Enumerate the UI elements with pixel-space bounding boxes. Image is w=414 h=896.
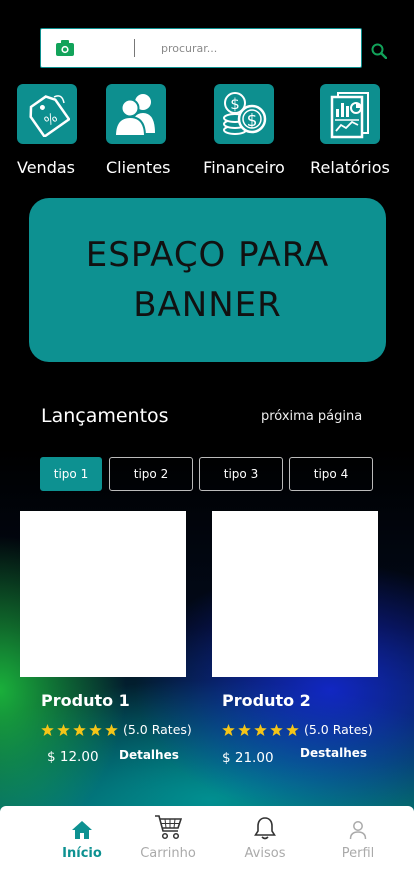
rating-text: (5.0 Rates) xyxy=(304,722,373,737)
nav-label: Carrinho xyxy=(140,846,196,861)
sales-tag-icon: % xyxy=(17,84,77,144)
nav-label: Início xyxy=(62,846,102,861)
product-price: $ 12.00 xyxy=(47,749,99,765)
user-icon xyxy=(338,814,378,840)
report-icon xyxy=(320,84,380,144)
product-card[interactable]: Produto 2 (5.0 Rates) $ 21.00 Destalhes xyxy=(212,511,378,766)
home-icon xyxy=(62,814,102,840)
star-icon xyxy=(286,724,299,736)
star-icon xyxy=(73,724,86,736)
star-icon xyxy=(89,724,102,736)
tab-tipo-4[interactable]: tipo 4 xyxy=(289,457,373,491)
product-card[interactable]: Produto 1 (5.0 Rates) $ 12.00 Detalhes xyxy=(20,511,192,765)
product-name: Produto 1 xyxy=(41,691,130,710)
tab-tipo-3[interactable]: tipo 3 xyxy=(199,457,283,491)
svg-text:$: $ xyxy=(247,111,258,131)
tab-tipo-2[interactable]: tipo 2 xyxy=(109,457,193,491)
nav-avisos[interactable]: Avisos xyxy=(240,814,290,861)
star-icon xyxy=(105,724,118,736)
category-label: Relatórios xyxy=(310,158,390,177)
details-link[interactable]: Detalhes xyxy=(119,748,179,762)
section-title: Lançamentos xyxy=(41,405,169,427)
rating-stars xyxy=(41,724,118,736)
nav-carrinho[interactable]: Carrinho xyxy=(138,814,198,861)
category-relatorios[interactable]: Relatórios xyxy=(310,84,390,177)
category-label: Financeiro xyxy=(203,158,285,177)
nav-label: Perfil xyxy=(341,846,375,861)
category-financeiro[interactable]: $ $ Financeiro xyxy=(203,84,285,177)
nav-perfil[interactable]: Perfil xyxy=(338,814,378,861)
star-icon xyxy=(254,724,267,736)
product-name: Produto 2 xyxy=(222,691,311,710)
search-divider xyxy=(134,39,135,57)
rating-stars xyxy=(222,724,299,736)
search-input[interactable] xyxy=(161,37,341,59)
category-clientes[interactable]: Clientes xyxy=(106,84,171,177)
tab-tipo-1[interactable]: tipo 1 xyxy=(40,457,102,491)
cart-icon xyxy=(138,814,198,840)
product-price: $ 21.00 xyxy=(222,750,274,766)
nav-label: Avisos xyxy=(244,846,286,861)
banner-line-2: BANNER xyxy=(133,285,282,325)
star-icon xyxy=(41,724,54,736)
star-icon xyxy=(270,724,283,736)
banner-line-1: ESPAÇO PARA xyxy=(85,235,330,275)
search-bar xyxy=(40,28,387,68)
star-icon xyxy=(222,724,235,736)
product-image[interactable] xyxy=(20,511,186,677)
next-page-link[interactable]: próxima página xyxy=(261,409,362,424)
bottom-nav: Início Carrinho Avisos Perfil xyxy=(0,806,414,896)
users-icon xyxy=(106,84,166,144)
star-icon xyxy=(238,724,251,736)
rating-text: (5.0 Rates) xyxy=(123,722,192,737)
details-link[interactable]: Destalhes xyxy=(300,746,367,760)
search-icon[interactable] xyxy=(371,43,387,59)
product-image[interactable] xyxy=(212,511,378,677)
nav-inicio[interactable]: Início xyxy=(62,814,102,861)
banner[interactable]: ESPAÇO PARA BANNER xyxy=(29,198,386,362)
bell-icon xyxy=(240,814,290,840)
star-icon xyxy=(57,724,70,736)
category-label: Clientes xyxy=(106,158,171,177)
coins-icon: $ $ xyxy=(214,84,274,144)
svg-text:$: $ xyxy=(230,95,240,113)
category-vendas[interactable]: % Vendas xyxy=(17,84,77,177)
camera-icon[interactable] xyxy=(56,40,74,56)
category-label: Vendas xyxy=(17,158,75,177)
